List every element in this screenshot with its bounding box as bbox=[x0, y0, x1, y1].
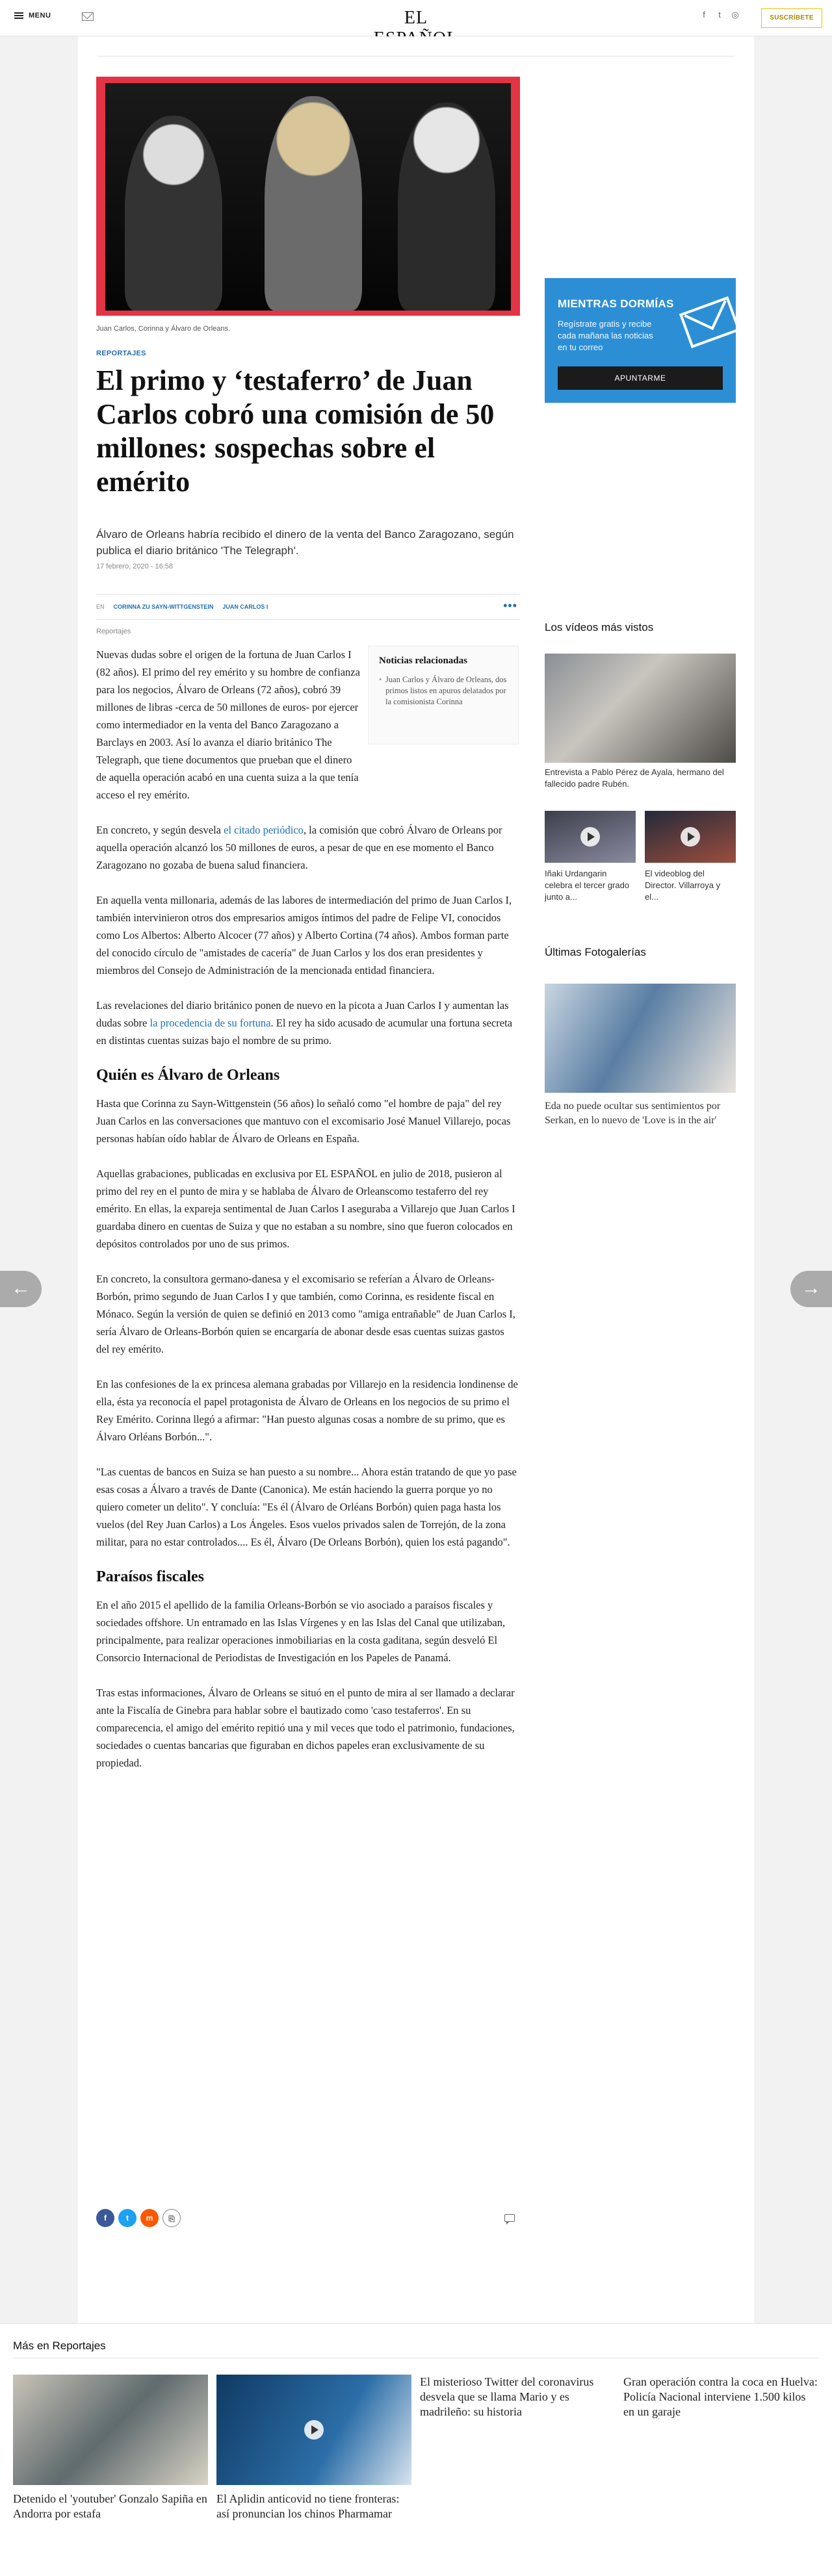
menu-label: MENU bbox=[29, 12, 51, 19]
divider bbox=[98, 56, 734, 57]
paragraph: Aquellas grabaciones, publicadas en excl… bbox=[96, 1167, 515, 1250]
paragraph: Nuevas dudas sobre el origen de la fortu… bbox=[96, 648, 360, 801]
comment-icon[interactable] bbox=[504, 2214, 515, 2225]
subtitle: Álvaro de Orleans habría recibido el din… bbox=[96, 528, 514, 557]
tags-bar: EN CORINNA ZU SAYN-WITTGENSTEIN JUAN CAR… bbox=[96, 594, 520, 620]
story-thumbnail[interactable] bbox=[13, 2375, 208, 2485]
headline: El primo y ‘testaferro’ de Juan Carlos c… bbox=[96, 364, 495, 498]
paragraph: Las revelaciones del diario británico po… bbox=[96, 999, 513, 1047]
story-thumbnail[interactable] bbox=[216, 2375, 411, 2485]
newsletter-signup-button[interactable]: APUNTARME bbox=[558, 366, 723, 390]
video-thumbnail[interactable] bbox=[545, 654, 736, 763]
twitter-share-icon[interactable]: t bbox=[118, 2209, 136, 2227]
video-thumbnail[interactable] bbox=[645, 811, 736, 863]
next-article-arrow[interactable]: → bbox=[790, 1271, 832, 1307]
video-thumbnail[interactable] bbox=[545, 811, 636, 863]
paragraph: "Las cuentas de bancos en Suiza se han p… bbox=[96, 1466, 517, 1548]
copy-link-icon[interactable]: ⎘ bbox=[162, 2209, 181, 2227]
mail-icon[interactable] bbox=[82, 12, 94, 21]
article-body: Nuevas dudas sobre el origen de la fortu… bbox=[96, 646, 520, 1789]
story-link[interactable]: El Aplidin anticovid no tiene fronteras:… bbox=[216, 2492, 411, 2521]
meneame-share-icon[interactable]: m bbox=[140, 2209, 159, 2227]
paragraph: En concreto, la consultora germano-danes… bbox=[96, 1273, 515, 1355]
story-link[interactable]: Gran operación contra la coca en Huelva:… bbox=[623, 2375, 818, 2419]
paragraph: En aquella venta millonaria, además de l… bbox=[96, 894, 512, 976]
previous-article-arrow[interactable]: ← bbox=[0, 1271, 42, 1307]
photos-title: Últimas Fotogalerías bbox=[545, 946, 646, 958]
play-icon bbox=[304, 2420, 324, 2440]
publish-date: 17 febrero, 2020 - 16:58 bbox=[96, 563, 174, 570]
paragraph: En las confesiones de la ex princesa ale… bbox=[96, 1378, 518, 1443]
more-section: Más en Reportajes Detenido el 'youtuber'… bbox=[0, 2323, 832, 2576]
video-caption[interactable]: El videoblog del Director. Villarroya y … bbox=[645, 868, 736, 903]
more-section-title: Más en Reportajes bbox=[13, 2340, 106, 2352]
video-caption[interactable]: Entrevista a Pablo Pérez de Ayala, herma… bbox=[545, 767, 736, 790]
social-links: f t ◎ bbox=[699, 10, 740, 19]
menu-icon bbox=[14, 12, 23, 19]
menu-button[interactable]: MENU bbox=[14, 12, 51, 19]
tag-link[interactable]: JUAN CARLOS I bbox=[222, 604, 268, 610]
video-caption[interactable]: Iñaki Urdangarin celebra el tercer grado… bbox=[545, 868, 636, 903]
more-options-icon[interactable]: ••• bbox=[503, 600, 517, 611]
section-heading: Quién es Álvaro de Orleans bbox=[96, 1067, 280, 1084]
share-bar: f t m ⎘ bbox=[96, 2209, 181, 2227]
paragraph: En el año 2015 el apellido de la familia… bbox=[96, 1599, 506, 1664]
article-label: Reportajes bbox=[96, 628, 131, 635]
section-heading: Paraísos fiscales bbox=[96, 1568, 204, 1585]
facebook-share-icon[interactable]: f bbox=[96, 2209, 114, 2227]
videos-title: Los vídeos más vistos bbox=[545, 621, 654, 633]
hero-image bbox=[96, 77, 520, 316]
inline-link[interactable]: la procedencia de su fortuna bbox=[150, 1017, 270, 1029]
top-bar: MENU EL ESPAÑOL f t ◎ SUSCRÍBETE bbox=[0, 0, 832, 49]
paragraph: Hasta que Corinna zu Sayn-Wittgenstein (… bbox=[96, 1097, 511, 1145]
story-link[interactable]: El misterioso Twitter del coronavirus de… bbox=[420, 2375, 608, 2419]
gallery-caption[interactable]: Eda no puede ocultar sus sentimientos po… bbox=[545, 1099, 736, 1128]
subscribe-button[interactable]: SUSCRÍBETE bbox=[761, 8, 822, 28]
section-link[interactable]: REPORTAJES bbox=[96, 350, 146, 357]
instagram-icon[interactable]: ◎ bbox=[731, 10, 740, 19]
inline-link[interactable]: el citado periódico bbox=[224, 824, 304, 836]
paragraph: Tras estas informaciones, Álvaro de Orle… bbox=[96, 1687, 515, 1769]
newsletter-text: Regístrate gratis y recibe cada mañana l… bbox=[558, 319, 653, 352]
tag-link[interactable]: CORINNA ZU SAYN-WITTGENSTEIN bbox=[114, 604, 214, 610]
facebook-icon[interactable]: f bbox=[699, 10, 708, 19]
newsletter-box: MIENTRAS DORMÍAS Regístrate gratis y rec… bbox=[545, 278, 741, 403]
paragraph: En concreto, y según desvela el citado p… bbox=[96, 824, 502, 871]
image-caption: Juan Carlos, Corinna y Álvaro de Orleans… bbox=[96, 325, 231, 333]
play-icon bbox=[580, 827, 600, 847]
tags-prefix: EN bbox=[96, 604, 105, 610]
twitter-icon[interactable]: t bbox=[715, 10, 724, 19]
gallery-thumbnail[interactable] bbox=[545, 984, 736, 1093]
play-icon bbox=[681, 827, 700, 847]
story-link[interactable]: Detenido el 'youtuber' Gonzalo Sapiña en… bbox=[13, 2492, 208, 2521]
